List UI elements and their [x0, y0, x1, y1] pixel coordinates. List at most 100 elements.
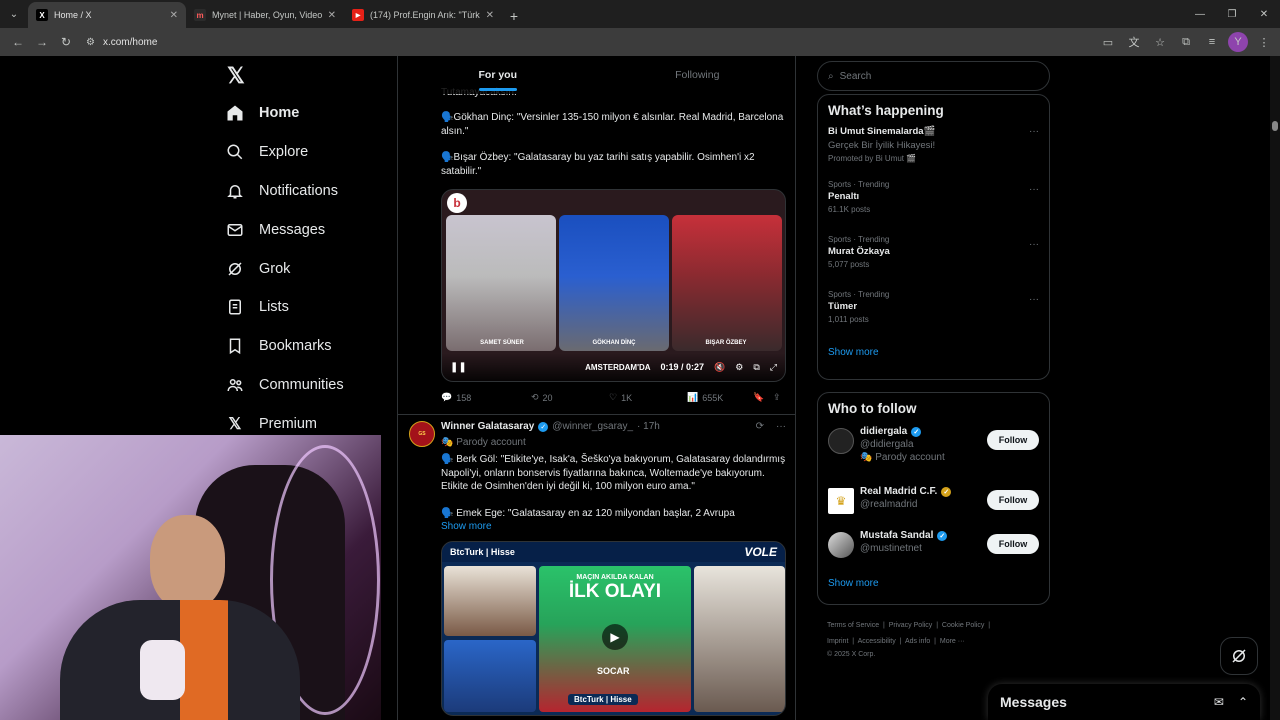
pause-icon[interactable]: ❚❚ — [450, 362, 467, 373]
more-options-icon[interactable]: ··· — [1029, 126, 1039, 137]
profile-avatar[interactable]: Y — [1228, 32, 1248, 52]
more-options-icon[interactable]: ··· — [1029, 294, 1039, 305]
tab-search-icon[interactable]: ⌄ — [0, 0, 28, 28]
footer-link[interactable]: Accessibility — [858, 638, 896, 645]
address-bar[interactable]: ⚙ x.com/home — [86, 31, 1090, 53]
timeline-tabs: For you Following — [398, 56, 796, 94]
messages-drawer[interactable]: Messages ✉ ⌃ — [988, 684, 1260, 720]
verified-badge-icon: ✓ — [937, 530, 948, 541]
browser-tab-x[interactable]: X Home / X ✕ — [28, 2, 186, 28]
nav-explore[interactable]: Explore — [225, 133, 395, 172]
footer-link[interactable]: Privacy Policy — [889, 622, 933, 629]
promoted-trend[interactable]: Bi Umut Sinemalarda🎬 Gerçek Bir İyilik H… — [818, 122, 1049, 180]
forward-icon[interactable]: → — [30, 30, 54, 54]
nav-messages[interactable]: Messages — [225, 210, 395, 249]
avatar[interactable]: ♛ — [828, 488, 854, 514]
verified-badge-icon: ✓ — [538, 421, 549, 432]
tweet-video[interactable]: b SAMET SÜNER GÖKHAN DİNÇ BIŞAR ÖZBEY ❚❚… — [441, 189, 786, 382]
restore-icon[interactable]: ❐ — [1216, 0, 1248, 28]
bookmark-button[interactable]: 🔖 — [753, 392, 773, 403]
footer-link[interactable]: Terms of Service — [827, 622, 879, 629]
show-more-link[interactable]: Show more — [818, 578, 1049, 589]
avatar[interactable] — [828, 428, 854, 454]
close-tab-icon[interactable]: ✕ — [328, 10, 336, 21]
share-button[interactable]: ⇪ — [773, 392, 781, 403]
bookmark-star-icon[interactable]: ☆ — [1150, 32, 1170, 52]
grok-floating-button[interactable] — [1220, 637, 1258, 675]
new-tab-button[interactable]: + — [502, 4, 526, 28]
follow-button[interactable]: Follow — [987, 430, 1039, 450]
video-controls: ❚❚ AMSTERDAM'DA 0:19 / 0:27 🔇 ⚙ ⧉ ⤢ — [442, 353, 785, 381]
parody-text: Parody account — [456, 437, 526, 448]
grok-explain-icon[interactable]: ⟳ — [756, 421, 764, 432]
follow-suggestion[interactable]: Mustafa Sandal ✓ @mustinetnet Follow — [818, 530, 1049, 570]
close-window-icon[interactable]: ✕ — [1248, 0, 1280, 28]
show-more-link[interactable]: Show more — [818, 347, 1049, 358]
play-icon[interactable]: ▶ — [602, 624, 628, 650]
minimize-icon[interactable]: — — [1184, 0, 1216, 28]
mute-icon[interactable]: 🔇 — [714, 362, 725, 373]
tweet-video[interactable]: BtcTurk | Hisse VOLE MAÇIN AKILDA KALAN … — [441, 541, 786, 716]
site-info-icon[interactable]: ⚙ — [86, 37, 95, 48]
footer-link[interactable]: Cookie Policy — [942, 622, 984, 629]
follow-button[interactable]: Follow — [987, 490, 1039, 510]
tab-following[interactable]: Following — [598, 56, 796, 94]
back-icon[interactable]: ← — [6, 30, 30, 54]
extensions-icon[interactable]: ⧉ — [1176, 32, 1196, 52]
more-options-icon[interactable]: ··· — [1029, 239, 1039, 250]
author-handle[interactable]: @winner_gsaray_ — [552, 421, 633, 432]
nav-home[interactable]: Home — [225, 94, 395, 133]
footer-link[interactable]: Ads info — [905, 638, 930, 645]
avatar[interactable] — [828, 532, 854, 558]
promo-name: Bi Umut Sinemalarda🎬 — [828, 126, 936, 137]
cast-icon[interactable]: ▭ — [1098, 32, 1118, 52]
show-more-link[interactable]: Show more — [441, 520, 786, 534]
nav-notifications[interactable]: Notifications — [225, 172, 395, 211]
like-button[interactable]: ♡ 1K — [609, 392, 687, 403]
media-control-icon[interactable]: ≡ — [1202, 32, 1222, 52]
card-title: What’s happening — [828, 103, 944, 118]
avatar[interactable]: GS — [409, 421, 435, 447]
more-options-icon[interactable]: ··· — [776, 421, 786, 432]
x-logo-icon[interactable]: 𝕏 — [225, 58, 395, 94]
author-name[interactable]: Winner Galatasaray — [441, 421, 534, 432]
settings-icon[interactable]: ⚙ — [735, 362, 743, 373]
search-input[interactable]: ⌕ Search — [817, 61, 1050, 91]
browser-tab-mynet[interactable]: m Mynet | Haber, Oyun, Video, Sp ✕ — [186, 2, 344, 28]
translate-icon[interactable]: 文 — [1124, 32, 1144, 52]
footer-link[interactable]: More ··· — [940, 638, 965, 645]
tweet-time[interactable]: · 17h — [637, 421, 660, 432]
nav-grok[interactable]: Grok — [225, 249, 395, 288]
trend-item[interactable]: Sports · Trending Murat Özkaya 5,077 pos… — [818, 235, 1049, 290]
tab-for-you[interactable]: For you — [398, 56, 598, 94]
follow-suggestion[interactable]: didiergala ✓ @didiergala 🎭 Parody account… — [818, 426, 1049, 486]
nav-lists[interactable]: Lists — [225, 288, 395, 327]
browser-tab-youtube[interactable]: ▶ (174) Prof.Engin Arık: "Türkiye ✕ — [344, 2, 502, 28]
nav-bookmarks[interactable]: Bookmarks — [225, 327, 395, 366]
follow-button[interactable]: Follow — [987, 534, 1039, 554]
reload-icon[interactable]: ↻ — [54, 30, 78, 54]
reply-button[interactable]: 💬 158 — [441, 392, 531, 403]
fullscreen-icon[interactable]: ⤢ — [770, 362, 777, 373]
trend-item[interactable]: Sports · Trending Tümer 1,011 posts ··· — [818, 290, 1049, 345]
more-options-icon[interactable]: ··· — [1029, 184, 1039, 195]
follow-suggestion[interactable]: ♛ Real Madrid C.F. ✓ @realmadrid Follow — [818, 486, 1049, 530]
close-tab-icon[interactable]: ✕ — [486, 10, 494, 21]
scrollbar-thumb[interactable] — [1272, 121, 1278, 131]
trend-item[interactable]: Sports · Trending Penaltı 61.1K posts ··… — [818, 180, 1049, 235]
nav-communities[interactable]: Communities — [225, 366, 395, 405]
mynet-favicon-icon: m — [194, 9, 206, 21]
video-panel-middle — [559, 215, 669, 351]
new-message-icon[interactable]: ✉ — [1214, 695, 1224, 709]
close-tab-icon[interactable]: ✕ — [170, 10, 178, 21]
communities-icon — [225, 375, 245, 395]
expand-icon[interactable]: ⌃ — [1238, 695, 1248, 709]
page-scrollbar[interactable] — [1270, 56, 1280, 720]
repost-button[interactable]: ⟲ 20 — [531, 392, 609, 403]
pip-icon[interactable]: ⧉ — [753, 362, 759, 373]
list-icon — [225, 297, 245, 317]
views-button[interactable]: 📊 655K — [687, 392, 753, 403]
menu-kebab-icon[interactable]: ⋮ — [1254, 32, 1274, 52]
trend-name: Murat Özkaya — [828, 246, 890, 257]
footer-link[interactable]: Imprint — [827, 638, 848, 645]
